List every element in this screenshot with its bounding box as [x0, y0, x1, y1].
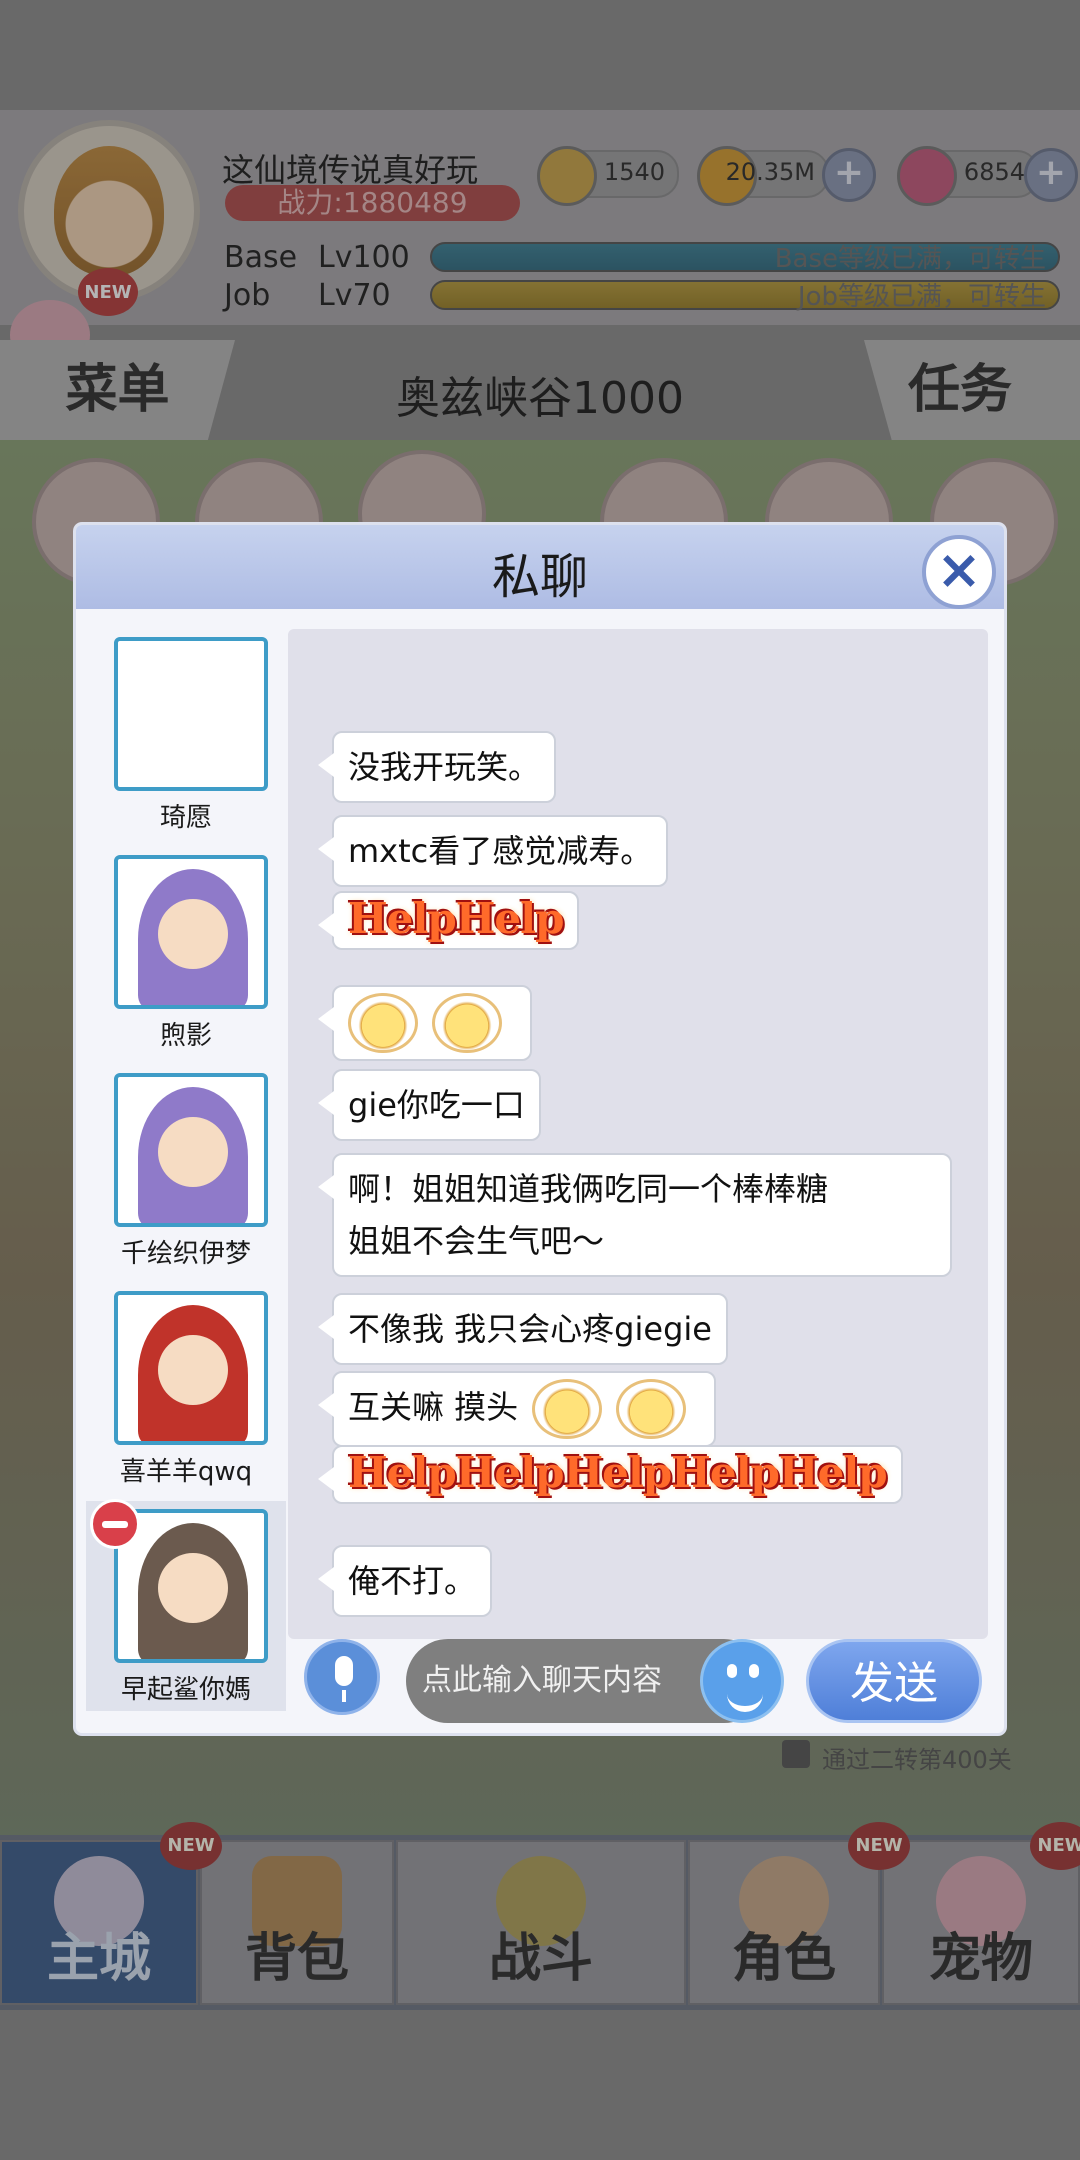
private-chat-dialog: 私聊 × 琦愿 煦影 千绘织伊梦 喜羊羊qwq 早起鲨你媽 没我开玩笑。 mxt… [76, 525, 1004, 1733]
add-gold-button[interactable]: + [822, 148, 876, 202]
nav-pet-label: 宠物 [928, 1929, 1033, 1989]
currency-zeny: 1540 [537, 146, 679, 206]
avatar-new-badge: NEW [78, 268, 138, 316]
chat-sticker-message: HelpHelp [317, 891, 580, 950]
contact-portrait [114, 637, 268, 791]
base-level: Lv100 [318, 240, 410, 275]
contact-item[interactable]: 喜羊羊qwq [86, 1283, 286, 1493]
chat-message: gie你吃一口 [318, 1069, 541, 1141]
send-button[interactable]: 发送 [806, 1639, 982, 1723]
chat-message-line: 姐姐不会生气吧～ [348, 1222, 605, 1260]
job-level: Lv70 [318, 278, 391, 313]
job-label: Job [224, 278, 271, 313]
chat-emoji-message [318, 985, 532, 1061]
contact-portrait [114, 1291, 268, 1445]
chat-message: 不像我 我只会心疼giegie [318, 1293, 728, 1365]
dialog-header: 私聊 × [76, 525, 1004, 609]
contact-item[interactable]: 千绘织伊梦 [86, 1065, 286, 1275]
face-art [158, 1335, 228, 1405]
nav-battle[interactable]: 战斗 [396, 1840, 686, 2005]
gem-icon [897, 146, 957, 206]
lock-icon [782, 1740, 810, 1768]
laughing-emoji-icon [532, 1379, 603, 1439]
close-icon: × [936, 538, 982, 601]
face-art [158, 1117, 228, 1187]
dialog-title: 私聊 [491, 549, 588, 605]
contact-portrait [114, 855, 268, 1009]
contact-item[interactable]: 煦影 [86, 847, 286, 1057]
close-button[interactable]: × [922, 535, 996, 609]
zeny-value: 1540 [603, 158, 665, 186]
contact-portrait [114, 1073, 268, 1227]
face-art [158, 1553, 228, 1623]
help-sticker: HelpHelpHelpHelpHelp [348, 1448, 888, 1497]
voice-input-button[interactable] [304, 1639, 380, 1715]
nav-main-city-label: 主城 [46, 1929, 151, 1989]
contact-item-selected[interactable]: 早起鲨你媽 [86, 1499, 286, 1711]
laughing-emoji-icon [616, 1379, 687, 1439]
smiley-icon [727, 1690, 763, 1712]
remove-contact-icon[interactable] [90, 1499, 140, 1549]
chat-message-line: 啊！姐姐知道我俩吃同一个棒棒糖 [348, 1170, 829, 1208]
emoji-button[interactable] [700, 1639, 784, 1723]
contact-name: 喜羊羊qwq [119, 1457, 253, 1487]
currency-gem: 6854 [897, 146, 1039, 206]
contact-name: 琦愿 [159, 803, 212, 833]
chat-message-with-emoji: 互关嘛 摸头 [317, 1371, 717, 1447]
chat-message: 没我开玩笑。 [317, 731, 557, 803]
currency-gold: 20.35M [697, 146, 829, 206]
nav-character[interactable]: 角色 [688, 1840, 880, 2005]
contact-name: 千绘织伊梦 [120, 1239, 251, 1269]
add-gem-button[interactable]: + [1024, 148, 1078, 202]
chat-message: 啊！姐姐知道我俩吃同一个棒棒糖 姐姐不会生气吧～ [318, 1153, 952, 1277]
player-portrait [54, 146, 164, 276]
nav-character-new-badge: NEW [848, 1822, 910, 1870]
nav-backpack-label: 背包 [244, 1929, 349, 1989]
help-sticker: HelpHelp [348, 894, 564, 943]
nav-backpack[interactable]: 背包 [200, 1840, 394, 2005]
nav-character-label: 角色 [731, 1929, 836, 1989]
laughing-emoji-icon [432, 993, 502, 1053]
nav-main-city[interactable]: 主城 [0, 1840, 198, 2005]
chat-messages[interactable]: 没我开玩笑。 mxtc看了感觉减寿。 HelpHelp gie你吃一口 啊！姐姐… [288, 629, 988, 1639]
job-exp-bar: Job等级已满，可转生 [430, 280, 1060, 312]
chat-input-bar: 发送 [288, 1621, 988, 1723]
contact-name: 早起鲨你媽 [120, 1675, 251, 1705]
contact-name: 煦影 [159, 1021, 212, 1051]
zeny-coin-icon [537, 146, 597, 206]
chat-message: 俺不打。 [317, 1545, 493, 1617]
face-art [158, 899, 228, 969]
chat-message-text: 互关嘛 摸头 [348, 1388, 519, 1426]
gold-value: 20.35M [725, 158, 815, 186]
base-label: Base [224, 240, 298, 275]
nav-battle-label: 战斗 [488, 1929, 593, 1989]
nav-main-city-new-badge: NEW [160, 1822, 222, 1870]
laughing-emoji-icon [348, 993, 418, 1053]
base-exp-bar: Base等级已满，可转生 [430, 242, 1060, 274]
chat-message: mxtc看了感觉减寿。 [317, 815, 669, 887]
gem-value: 6854 [963, 158, 1025, 186]
contact-item[interactable]: 琦愿 [86, 629, 286, 839]
stage-progress-hint: 通过二转第400关 [822, 1746, 1012, 1774]
contact-list: 琦愿 煦影 千绘织伊梦 喜羊羊qwq 早起鲨你媽 [86, 629, 286, 1711]
chat-sticker-message: HelpHelpHelpHelpHelp [318, 1445, 903, 1504]
combat-power: 战力:1880489 [225, 185, 520, 221]
